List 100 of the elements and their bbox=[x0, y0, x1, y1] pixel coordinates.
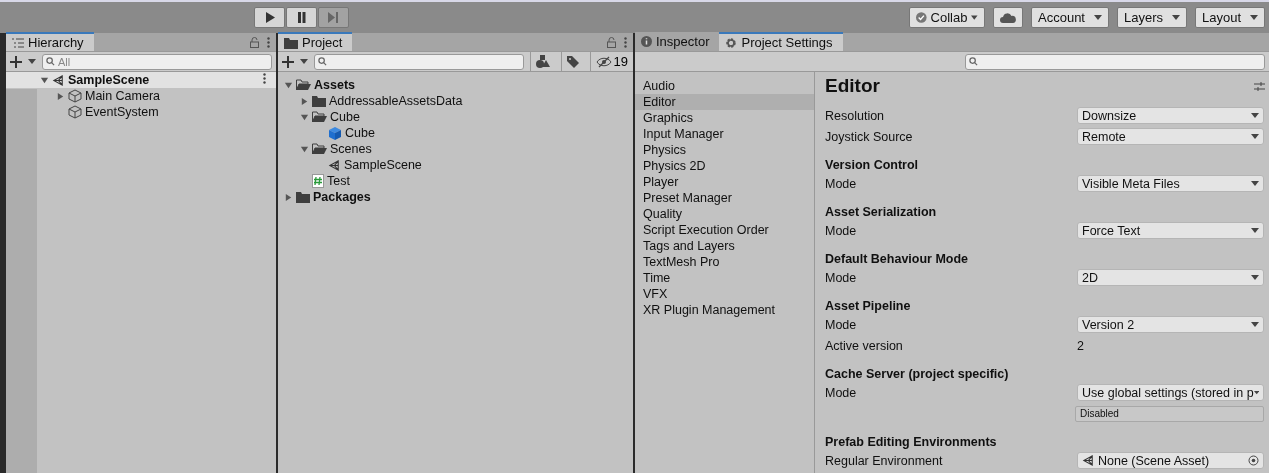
more-icon[interactable] bbox=[263, 73, 266, 84]
dropdown[interactable]: Force Text bbox=[1077, 222, 1264, 239]
category-item[interactable]: Physics 2D bbox=[635, 158, 814, 174]
category-item[interactable]: Graphics bbox=[635, 110, 814, 126]
tree-item[interactable]: Test bbox=[278, 173, 633, 189]
dropdown[interactable]: Use global settings (stored in p bbox=[1077, 384, 1264, 401]
play-icon bbox=[264, 12, 275, 23]
lock-icon[interactable] bbox=[250, 36, 259, 48]
collapse-arrow-icon[interactable] bbox=[40, 75, 49, 85]
collapse-arrow-icon[interactable] bbox=[300, 112, 309, 122]
setting-value: 2 bbox=[1077, 338, 1084, 353]
cube-outline-icon bbox=[68, 105, 82, 119]
caret-icon bbox=[300, 58, 308, 65]
shapes-icon bbox=[535, 55, 550, 68]
category-item[interactable]: Input Manager bbox=[635, 126, 814, 142]
category-item[interactable]: VFX bbox=[635, 286, 814, 302]
caret-icon bbox=[1251, 227, 1259, 234]
dropdown[interactable]: Visible Meta Files bbox=[1077, 175, 1264, 192]
category-item[interactable]: TextMesh Pro bbox=[635, 254, 814, 270]
expand-arrow-icon[interactable] bbox=[284, 192, 293, 202]
expand-arrow-icon[interactable] bbox=[300, 96, 309, 106]
cube-outline-icon bbox=[68, 89, 82, 103]
category-item[interactable]: Player bbox=[635, 174, 814, 190]
folder-icon bbox=[312, 95, 326, 107]
playback-button[interactable] bbox=[254, 7, 285, 28]
tab[interactable]: Hierarchy bbox=[6, 32, 94, 51]
script-icon bbox=[312, 174, 324, 188]
tree-item[interactable]: Packages bbox=[278, 189, 633, 205]
category-item[interactable]: Audio bbox=[635, 78, 814, 94]
tree-item[interactable]: SampleScene bbox=[6, 72, 276, 88]
category-item[interactable]: Time bbox=[635, 270, 814, 286]
category-item[interactable]: Script Execution Order bbox=[635, 222, 814, 238]
cube-icon bbox=[328, 126, 342, 140]
category-item[interactable]: Preset Manager bbox=[635, 190, 814, 206]
caret-icon bbox=[1251, 112, 1259, 119]
dropdown-button[interactable]: Layout bbox=[1195, 7, 1265, 28]
more-icon[interactable] bbox=[267, 36, 270, 48]
search-icon bbox=[46, 56, 55, 66]
section-title: Default Behaviour Mode bbox=[825, 251, 970, 268]
object-field[interactable]: None (Scene Asset) bbox=[1077, 452, 1264, 469]
add-icon[interactable] bbox=[282, 55, 294, 68]
category-item[interactable]: Editor bbox=[635, 94, 814, 110]
section-title: Version Control bbox=[825, 157, 920, 174]
caret-icon bbox=[1253, 389, 1259, 396]
tab[interactable]: Inspector bbox=[635, 32, 720, 51]
category-item[interactable]: XR Plugin Management bbox=[635, 302, 814, 318]
tab[interactable]: Project Settings bbox=[719, 32, 843, 51]
target-icon[interactable] bbox=[1248, 455, 1259, 466]
tree-item[interactable]: Scenes bbox=[278, 141, 633, 157]
pause-icon bbox=[297, 12, 306, 23]
check-circle-icon bbox=[916, 11, 927, 24]
lock-icon[interactable] bbox=[607, 36, 616, 48]
section-title: Asset Serialization bbox=[825, 204, 938, 221]
tree-item[interactable]: Cube bbox=[278, 125, 633, 141]
category-item[interactable]: Tags and Layers bbox=[635, 238, 814, 254]
setting-label: Mode bbox=[825, 270, 858, 285]
open-folder-icon bbox=[312, 111, 327, 123]
dropdown[interactable]: Version 2 bbox=[1077, 316, 1264, 333]
status-field: Disabled bbox=[1075, 405, 1264, 422]
folder-icon bbox=[296, 191, 310, 203]
tree-item[interactable]: Assets bbox=[278, 77, 633, 93]
gear-icon bbox=[725, 36, 738, 49]
tree-item[interactable]: SampleScene bbox=[278, 157, 633, 173]
caret-icon bbox=[1251, 274, 1259, 281]
sliders-icon[interactable] bbox=[1254, 80, 1265, 92]
open-folder-icon bbox=[312, 143, 327, 155]
category-item[interactable]: Physics bbox=[635, 142, 814, 158]
tree-item[interactable]: AddressableAssetsData bbox=[278, 93, 633, 109]
caret-icon bbox=[1094, 14, 1102, 21]
cloud-button[interactable] bbox=[993, 7, 1023, 28]
search-field[interactable] bbox=[314, 53, 524, 70]
search-field[interactable]: All bbox=[42, 53, 272, 70]
dropdown-button[interactable]: Layers bbox=[1117, 7, 1187, 28]
section-title: Asset Pipeline bbox=[825, 298, 912, 315]
dropdown-button[interactable]: Account bbox=[1031, 7, 1109, 28]
setting-label: Joystick Source bbox=[825, 129, 914, 144]
dropdown[interactable]: Downsize bbox=[1077, 107, 1264, 124]
tree-item[interactable]: Main Camera bbox=[6, 88, 276, 104]
category-item[interactable]: Quality bbox=[635, 206, 814, 222]
dropdown[interactable]: Remote bbox=[1077, 128, 1264, 145]
tree-item[interactable]: EventSystem bbox=[6, 104, 276, 120]
collapse-arrow-icon[interactable] bbox=[284, 80, 293, 90]
caret-icon bbox=[1251, 133, 1259, 140]
playback-button[interactable] bbox=[286, 7, 317, 28]
dropdown[interactable]: 2D bbox=[1077, 269, 1264, 286]
info-icon bbox=[641, 36, 652, 47]
tab[interactable]: Project bbox=[278, 32, 353, 51]
caret-icon bbox=[1251, 321, 1259, 328]
collab-button[interactable]: Collab bbox=[909, 7, 985, 28]
expand-arrow-icon[interactable] bbox=[56, 91, 65, 101]
collapse-arrow-icon[interactable] bbox=[300, 144, 309, 154]
setting-label: Mode bbox=[825, 385, 858, 400]
tree-item[interactable]: Cube bbox=[278, 109, 633, 125]
setting-label: Mode bbox=[825, 176, 858, 191]
search-field[interactable] bbox=[965, 53, 1265, 70]
more-icon[interactable] bbox=[624, 36, 627, 48]
caret-icon bbox=[28, 58, 36, 65]
setting-label: Mode bbox=[825, 317, 858, 332]
hidden-eye-icon bbox=[595, 55, 612, 68]
add-icon[interactable] bbox=[10, 55, 22, 68]
